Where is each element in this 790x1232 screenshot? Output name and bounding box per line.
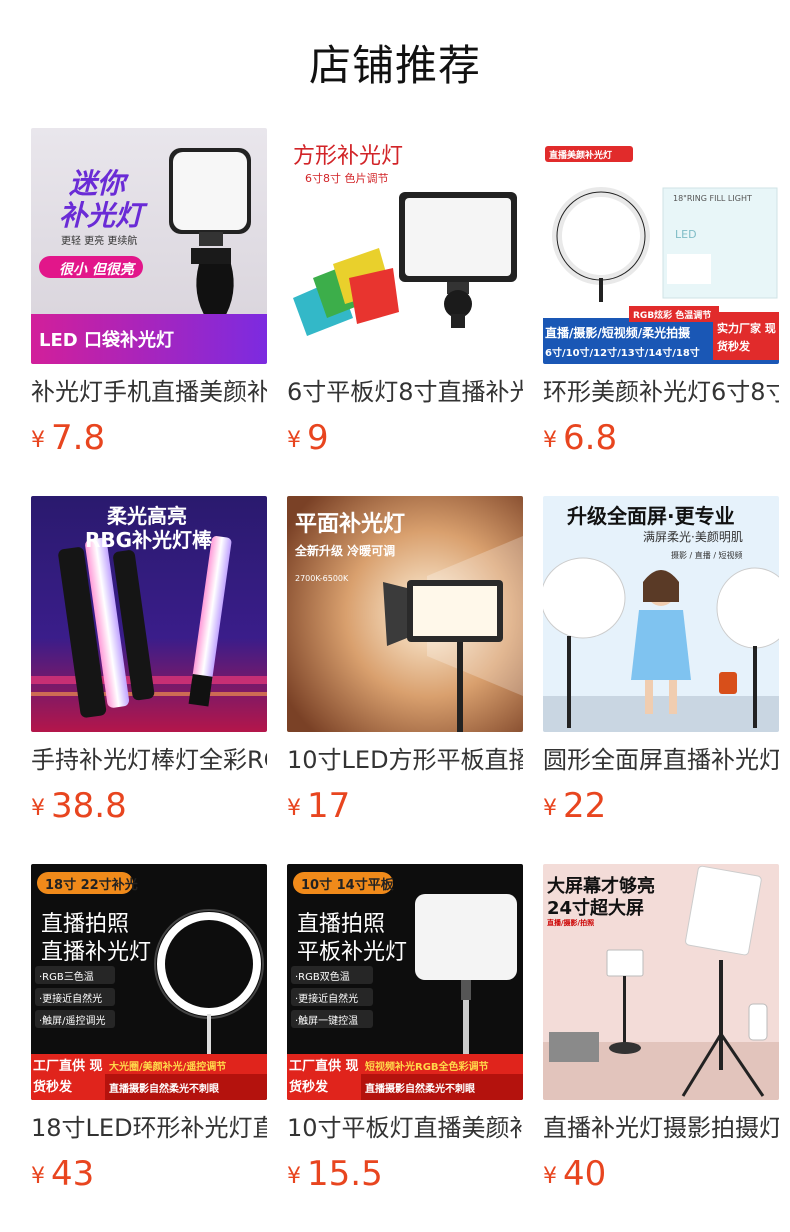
image-headline: 平板补光灯 [297, 940, 408, 965]
image-note: 摄影 / 直播 / 短视频 [671, 551, 743, 560]
product-image[interactable]: 直播美颜补光灯 18"RING FILL LIGHT LED RGB炫彩 色温调… [543, 128, 779, 364]
image-headline: 方形补光灯 [293, 144, 404, 169]
image-headline: RBG补光灯棒 [85, 528, 213, 552]
image-headline: 平面补光灯 [295, 512, 406, 537]
price-value: 6.8 [563, 418, 618, 458]
image-headline: 补光灯 [59, 199, 144, 232]
image-feature: ·RGB双色温 [295, 972, 350, 983]
product-price: ¥15.5 [287, 1152, 383, 1196]
image-tag: 10寸 14寸平板 [301, 878, 394, 893]
price-value: 15.5 [307, 1154, 383, 1194]
product-name[interactable]: 直播补光灯摄影拍摄灯 [543, 1111, 779, 1145]
image-subtitle: 全新升级 冷暖可调 [295, 544, 396, 558]
product-card[interactable]: 18寸 22寸补光 直播拍照 直播补光灯 ·RGB三色温 ·更接近自然光 ·触屏… [31, 864, 267, 1209]
currency-symbol: ¥ [31, 1164, 45, 1189]
image-feature: ·触屏/遥控调光 [39, 1016, 106, 1027]
price-value: 17 [307, 786, 351, 826]
image-banner: 直播摄影自然柔光不刺眼 [109, 1084, 219, 1095]
product-image[interactable]: 大屏幕才够亮 24寸超大屏 直播/摄影/拍照 [543, 864, 779, 1100]
product-name[interactable]: 18寸LED环形补光灯直播 [31, 1111, 267, 1145]
product-image[interactable]: 方形补光灯 6寸8寸 色片调节 [287, 128, 523, 364]
product-name[interactable]: 6寸平板灯8寸直播补光灯 [287, 375, 523, 409]
image-feature: ·RGB三色温 [39, 972, 94, 983]
product-name[interactable]: 10寸平板灯直播美颜补光灯 [287, 1111, 523, 1145]
section-title: 店铺推荐 [308, 41, 481, 90]
image-promo: 实力厂家 现货秒发 [717, 322, 776, 353]
product-image[interactable]: 柔光高亮 RBG补光灯棒 [31, 496, 267, 732]
product-card[interactable]: 大屏幕才够亮 24寸超大屏 直播/摄影/拍照 直播补光灯摄影拍摄灯 ¥40 [543, 864, 779, 1209]
product-card[interactable]: 柔光高亮 RBG补光灯棒 手持补光灯棒灯全彩RGB ¥38.8 [31, 496, 267, 841]
product-price: ¥38.8 [31, 784, 127, 828]
product-price: ¥40 [543, 1152, 606, 1196]
currency-symbol: ¥ [287, 428, 301, 453]
product-name[interactable]: 手持补光灯棒灯全彩RGB [31, 743, 267, 777]
image-feature: ·触屏一键控温 [295, 1016, 359, 1027]
image-feature: ·更接近自然光 [295, 994, 359, 1005]
image-badge: 工厂直供 现货秒发 [289, 1059, 359, 1095]
image-strip: 6寸/10寸/12寸/13寸/14寸/18寸 [545, 348, 700, 359]
product-price: ¥43 [31, 1152, 94, 1196]
product-image[interactable]: 10寸 14寸平板 直播拍照 平板补光灯 ·RGB双色温 ·更接近自然光 ·触屏… [287, 864, 523, 1100]
product-name[interactable]: 10寸LED方形平板直播灯 [287, 743, 523, 777]
product-name[interactable]: 圆形全面屏直播补光灯 [543, 743, 779, 777]
product-name[interactable]: 补光灯手机直播美颜补光灯 [31, 375, 267, 409]
product-card[interactable]: 升级全面屏·更专业 满屏柔光·美颜明肌 摄影 / 直播 / 短视频 圆形全面屏直… [543, 496, 779, 841]
currency-symbol: ¥ [287, 1164, 301, 1189]
product-price: ¥6.8 [543, 416, 617, 460]
product-card[interactable]: 10寸 14寸平板 直播拍照 平板补光灯 ·RGB双色温 ·更接近自然光 ·触屏… [287, 864, 523, 1209]
price-value: 43 [51, 1154, 95, 1194]
product-card[interactable]: 方形补光灯 6寸8寸 色片调节 6寸平板灯8寸直播补光灯 ¥9 [287, 128, 523, 473]
image-headline: 直播补光灯 [41, 940, 152, 965]
image-box-led: LED [675, 228, 697, 241]
image-strip: 直播/摄影/短视频/柔光拍摄 [545, 326, 691, 340]
product-image[interactable]: 18寸 22寸补光 直播拍照 直播补光灯 ·RGB三色温 ·更接近自然光 ·触屏… [31, 864, 267, 1100]
currency-symbol: ¥ [543, 1164, 557, 1189]
product-price: ¥9 [287, 416, 329, 460]
image-banner: 短视频补光RGB全色彩调节 [365, 1062, 489, 1073]
image-badge: 工厂直供 现货秒发 [33, 1059, 103, 1095]
price-value: 40 [563, 1154, 607, 1194]
image-note: 直播/摄影/拍照 [547, 919, 595, 927]
image-badge: 很小 但很亮 [59, 262, 134, 278]
product-price: ¥22 [543, 784, 606, 828]
price-value: 22 [563, 786, 607, 826]
image-strip: RGB炫彩 色温调节 [633, 311, 712, 321]
image-box-label: 18"RING FILL LIGHT [673, 194, 752, 203]
image-banner: 大光圈/美颜补光/遥控调节 [109, 1062, 227, 1073]
product-price: ¥17 [287, 784, 350, 828]
product-card[interactable]: 直播美颜补光灯 18"RING FILL LIGHT LED RGB炫彩 色温调… [543, 128, 779, 473]
currency-symbol: ¥ [31, 428, 45, 453]
price-value: 9 [307, 418, 329, 458]
image-tag: 直播美颜补光灯 [549, 151, 613, 161]
currency-symbol: ¥ [543, 428, 557, 453]
product-image[interactable]: 平面补光灯 全新升级 冷暖可调 2700K-6500K [287, 496, 523, 732]
currency-symbol: ¥ [287, 796, 301, 821]
image-tag: 18寸 22寸补光 [45, 878, 138, 893]
product-image[interactable]: 迷你 补光灯 更轻 更亮 更续航 很小 但很亮 LED 口袋补光灯 [31, 128, 267, 364]
image-feature: ·更接近自然光 [39, 994, 103, 1005]
product-name[interactable]: 环形美颜补光灯6寸8寸 [543, 375, 779, 409]
image-headline: 升级全面屏·更专业 [567, 504, 735, 528]
image-headline: 24寸超大屏 [547, 898, 645, 919]
product-image[interactable]: 升级全面屏·更专业 满屏柔光·美颜明肌 摄影 / 直播 / 短视频 [543, 496, 779, 732]
price-value: 7.8 [51, 418, 106, 458]
product-card[interactable]: 平面补光灯 全新升级 冷暖可调 2700K-6500K 10寸LED方形平板直播… [287, 496, 523, 841]
image-subtitle: 6寸8寸 色片调节 [305, 172, 389, 185]
image-note: 2700K-6500K [295, 574, 349, 583]
image-banner: LED 口袋补光灯 [39, 330, 174, 351]
image-banner: 直播摄影自然柔光不刺眼 [365, 1084, 475, 1095]
currency-symbol: ¥ [543, 796, 557, 821]
product-price: ¥7.8 [31, 416, 105, 460]
product-card[interactable]: 迷你 补光灯 更轻 更亮 更续航 很小 但很亮 LED 口袋补光灯 补光灯手机直… [31, 128, 267, 473]
currency-symbol: ¥ [31, 796, 45, 821]
price-value: 38.8 [51, 786, 127, 826]
image-subtitle: 满屏柔光·美颜明肌 [643, 530, 743, 544]
image-subtitle: 更轻 更亮 更续航 [61, 236, 138, 247]
